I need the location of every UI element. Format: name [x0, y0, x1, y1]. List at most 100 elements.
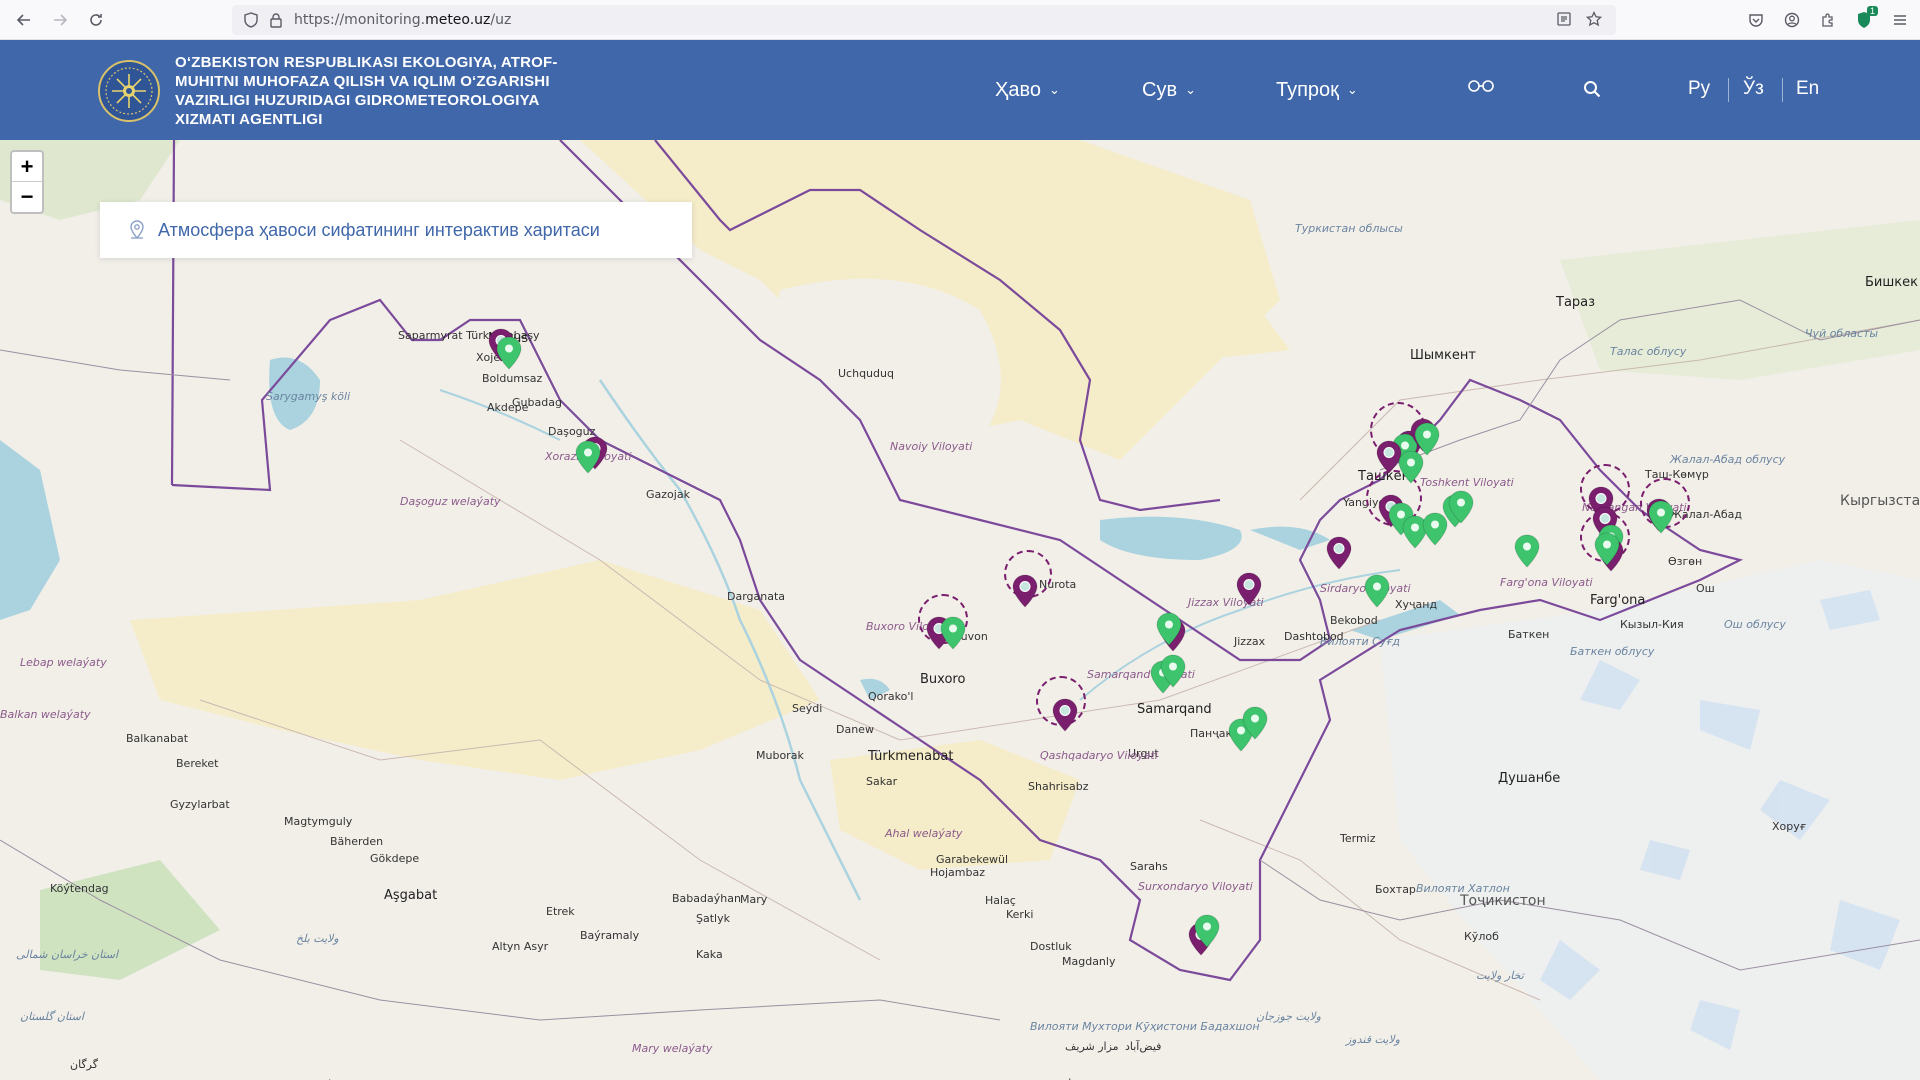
map-place-label: Uchquduq	[838, 367, 894, 380]
map-place-label: Тоҷикистон	[1460, 893, 1546, 909]
map-place-label: Balkanabat	[126, 732, 189, 745]
map-place-label: Türkmenabat	[868, 749, 954, 764]
map-place-label: Termiz	[1340, 832, 1376, 845]
station-marker-green[interactable]	[1398, 450, 1424, 484]
station-marker-green[interactable]	[1648, 500, 1674, 534]
station-marker-purple[interactable]	[1012, 574, 1038, 608]
extension-badge: 1	[1866, 6, 1878, 16]
map-place-label: Surxondaryo Viloyati	[1138, 880, 1253, 893]
extension-shield-icon[interactable]: 1	[1852, 6, 1878, 32]
map-place-label: Samarqand	[1137, 702, 1212, 717]
map-place-label: Кыргызстан	[1840, 493, 1920, 509]
station-marker-green[interactable]	[940, 616, 966, 650]
map-place-label: Altyn Asyr	[492, 940, 549, 953]
map-place-label: Shahrisabz	[1028, 780, 1089, 793]
map-place-label: Ош облусу	[1724, 618, 1786, 631]
pocket-icon[interactable]	[1744, 8, 1768, 32]
nav-air-label: Ҳаво	[995, 78, 1041, 101]
station-marker-green[interactable]	[1514, 534, 1540, 568]
map-place-label: Sakar	[866, 775, 898, 788]
map-place-label: Köýtendag	[50, 882, 109, 895]
map-place-label: Lebap welaýaty	[20, 656, 107, 669]
map-place-label: Хоруғ	[1772, 820, 1807, 833]
map-place-label: Balkan welaýaty	[0, 708, 91, 721]
map-place-label: Gazojak	[646, 488, 690, 501]
zoom-control: + −	[10, 150, 44, 214]
station-marker-green[interactable]	[1156, 612, 1182, 646]
map-place-label: فیض‌آباد	[1125, 1040, 1162, 1053]
map-place-label: Bäherden	[330, 835, 384, 848]
bookmark-star-icon[interactable]	[1586, 11, 1602, 27]
station-marker-green[interactable]	[1242, 706, 1268, 740]
map-place-label: ولایت قندوز	[1346, 1033, 1400, 1046]
map-place-label: Toshkent Viloyati	[1420, 476, 1514, 489]
map-place-label: ولایت جوزجان	[1256, 1010, 1321, 1023]
map-place-label: تخار ولایت	[1476, 969, 1524, 982]
zoom-in-button[interactable]: +	[12, 152, 42, 182]
forward-button[interactable]	[42, 0, 78, 40]
map-place-label: Бишкек	[1865, 275, 1918, 290]
lang-ru-link[interactable]: Ру	[1688, 78, 1710, 100]
map-place-label: Вилояти Хатлон	[1416, 882, 1510, 895]
chevron-down-icon: ⌄	[1049, 82, 1060, 97]
station-marker-green[interactable]	[1160, 654, 1186, 688]
map-place-label: Navoiy Viloyati	[890, 440, 973, 453]
address-bar[interactable]: https://monitoring.meteo.uz/uz	[232, 5, 1616, 35]
menu-icon[interactable]	[1888, 8, 1912, 32]
map-place-label: Шымкент	[1410, 348, 1476, 363]
map-place-label: Daşoguz welaýaty	[400, 495, 501, 508]
back-button[interactable]	[6, 0, 42, 40]
air-quality-map[interactable]: + − Атмосфера ҳавоси сифатининг интеракт…	[0, 140, 1920, 1080]
lang-uz-link[interactable]: Ўз	[1743, 78, 1764, 100]
search-icon[interactable]	[1583, 80, 1601, 103]
map-place-label: Etrek	[546, 905, 575, 918]
map-place-label: استان گلستان	[20, 1010, 84, 1023]
map-place-label: Halaç	[985, 894, 1016, 907]
map-place-label: Qorako'l	[868, 690, 914, 703]
map-place-label: مزار شریف	[1065, 1040, 1119, 1053]
map-place-label: Тараз	[1556, 295, 1596, 310]
reader-view-icon[interactable]	[1556, 11, 1572, 27]
map-place-label: Bereket	[176, 757, 219, 770]
nav-air[interactable]: Ҳаво ⌄	[995, 40, 1060, 140]
agency-name[interactable]: O‘ZBEKISTON RESPUBLIKASI EKOLOGIYA, ATRO…	[175, 53, 595, 129]
station-marker-green[interactable]	[575, 440, 601, 474]
map-place-label: Seýdi	[792, 702, 823, 715]
agency-logo[interactable]	[98, 60, 160, 122]
station-marker-purple[interactable]	[1236, 572, 1262, 606]
station-marker-purple[interactable]	[1326, 536, 1352, 570]
accessibility-glasses-icon[interactable]	[1468, 78, 1494, 99]
extensions-icon[interactable]	[1816, 8, 1840, 32]
map-place-label: Buxoro	[920, 672, 966, 687]
map-place-label: Sarahs	[1130, 860, 1168, 873]
map-place-label: گرگان	[70, 1058, 98, 1071]
arrow-left-icon	[16, 13, 30, 26]
map-place-label: Kerki	[1006, 908, 1034, 921]
account-icon[interactable]	[1780, 8, 1804, 32]
map-place-label: Баткен	[1508, 628, 1550, 641]
map-place-label: Gyzylarbat	[170, 798, 230, 811]
map-place-label: Gökdepe	[370, 852, 420, 865]
station-marker-green[interactable]	[1594, 532, 1620, 566]
reload-button[interactable]	[78, 0, 114, 40]
map-place-label: Farg'ona	[1590, 593, 1646, 608]
station-marker-green[interactable]	[1194, 914, 1220, 948]
nav-soil[interactable]: Тупроқ ⌄	[1276, 40, 1358, 140]
nav-water[interactable]: Сув ⌄	[1142, 40, 1196, 140]
map-place-label: Dashtobod	[1284, 630, 1344, 643]
nav-water-label: Сув	[1142, 78, 1178, 101]
lang-en-link[interactable]: En	[1796, 78, 1819, 100]
url-text: https://monitoring.meteo.uz/uz	[294, 12, 512, 28]
station-marker-green[interactable]	[496, 336, 522, 370]
lock-icon[interactable]	[270, 12, 282, 28]
shield-icon[interactable]	[244, 12, 258, 28]
site-header: O‘ZBEKISTON RESPUBLIKASI EKOLOGIYA, ATRO…	[0, 40, 1920, 140]
station-marker-green[interactable]	[1364, 574, 1390, 608]
map-place-label: Bekobod	[1330, 614, 1378, 627]
map-title: Атмосфера ҳавоси сифатининг интерактив х…	[158, 219, 600, 240]
station-marker-green[interactable]	[1448, 490, 1474, 524]
map-place-label: ولایت بلخ	[296, 932, 339, 945]
zoom-out-button[interactable]: −	[12, 182, 42, 212]
station-marker-purple[interactable]	[1052, 698, 1078, 732]
map-place-label: استان خراسان شمالی	[16, 948, 119, 961]
